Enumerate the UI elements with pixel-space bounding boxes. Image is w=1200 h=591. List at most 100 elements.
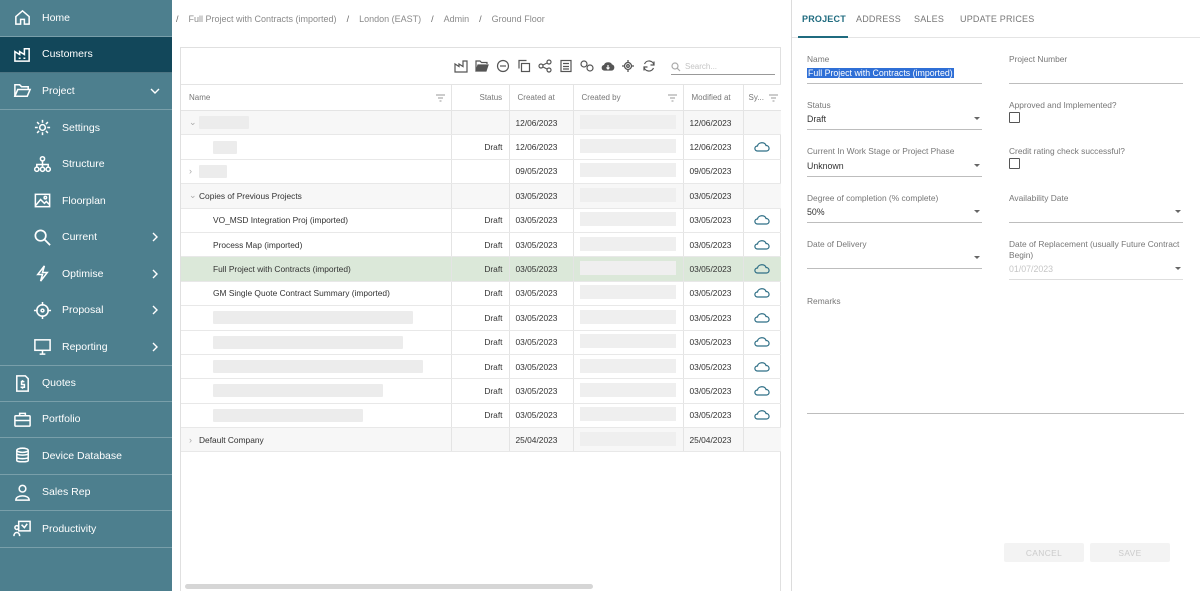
filter-icon[interactable]: [769, 94, 778, 102]
table-row[interactable]: Draft 03/05/2023 03/05/2023: [181, 330, 781, 355]
column-header-modified-at[interactable]: Modified at: [682, 84, 743, 111]
table-row[interactable]: Draft 03/05/2023 03/05/2023: [181, 305, 781, 331]
nav-sales-rep[interactable]: Sales Rep: [0, 475, 172, 511]
nav-floorplan[interactable]: Floorplan: [0, 183, 172, 220]
filter-icon[interactable]: [435, 94, 445, 102]
expand-down-icon[interactable]: ⌄: [189, 190, 199, 201]
table-row[interactable]: GM Single Quote Contract Summary (import…: [181, 281, 781, 307]
breadcrumb-site[interactable]: London (EAST): [359, 14, 421, 24]
expand-right-icon[interactable]: ›: [189, 435, 199, 445]
table-row[interactable]: Full Project with Contracts (imported) Dr…: [181, 256, 781, 282]
grid-search[interactable]: [671, 59, 775, 75]
table-row[interactable]: Draft 03/05/2023 03/05/2023: [181, 378, 781, 404]
nav-portfolio[interactable]: Portfolio: [0, 402, 172, 438]
expand-down-icon[interactable]: ⌄: [189, 117, 199, 128]
remarks-textarea[interactable]: [807, 310, 1184, 414]
status-select[interactable]: Draft: [807, 114, 982, 130]
cloud-icon[interactable]: [753, 239, 771, 252]
table-row[interactable]: VO_MSD Integration Proj (imported) Draft 0…: [181, 208, 781, 233]
cell-name[interactable]: ›: [181, 159, 451, 185]
breadcrumb-project[interactable]: Full Project with Contracts (imported): [189, 14, 337, 24]
cell-name[interactable]: [181, 305, 451, 331]
cell-name[interactable]: ⌄: [181, 110, 451, 136]
chevron-right-icon[interactable]: [150, 342, 160, 352]
cloud-icon[interactable]: [753, 361, 771, 374]
table-row[interactable]: Draft 03/05/2023 03/05/2023: [181, 354, 781, 380]
nav-quotes[interactable]: Quotes: [0, 365, 172, 402]
cancel-button[interactable]: CANCEL: [1004, 543, 1084, 562]
nav-optimise[interactable]: Optimise: [0, 256, 172, 293]
approved-checkbox[interactable]: [1009, 112, 1020, 123]
cloud-icon[interactable]: [753, 264, 771, 276]
tab-sales[interactable]: SALES: [914, 14, 944, 24]
nav-current[interactable]: Current: [0, 219, 172, 256]
table-row[interactable]: ⌄ 12/06/2023 12/06/2023: [181, 110, 781, 136]
nav-settings[interactable]: Settings: [0, 110, 172, 147]
degree-select[interactable]: 50%: [807, 207, 982, 223]
credit-checkbox[interactable]: [1009, 158, 1020, 169]
chevron-right-icon[interactable]: [150, 269, 160, 279]
cell-name[interactable]: Full Project with Contracts (imported): [181, 256, 451, 282]
cell-name[interactable]: › Default Company: [181, 427, 451, 453]
nav-productivity[interactable]: Productivity: [0, 511, 172, 548]
nav-project[interactable]: Project: [0, 73, 172, 110]
filter-icon[interactable]: [667, 94, 677, 102]
delivery-date-field[interactable]: [807, 253, 982, 269]
horizontal-scrollbar[interactable]: [185, 584, 593, 589]
cell-name[interactable]: [181, 330, 451, 355]
cloud-icon[interactable]: [753, 142, 771, 154]
cell-name[interactable]: [181, 134, 451, 160]
table-row[interactable]: Process Map (imported) Draft 03/05/2023 03/…: [181, 232, 781, 258]
cloud-icon[interactable]: [753, 215, 771, 227]
column-header-created-at[interactable]: Created at: [508, 84, 573, 111]
tab-address[interactable]: ADDRESS: [856, 14, 901, 24]
column-header-created-by[interactable]: Created by: [572, 84, 683, 111]
table-row[interactable]: ⌄ Copies of Previous Projects 03/05/2023 03…: [181, 183, 781, 209]
chevron-down-icon[interactable]: [150, 86, 160, 96]
nav-customers[interactable]: Customers: [0, 36, 172, 73]
project-number-field[interactable]: [1009, 68, 1183, 84]
table-row[interactable]: Draft 03/05/2023 03/05/2023: [181, 403, 781, 429]
column-header-status[interactable]: Status: [450, 84, 509, 111]
cell-name[interactable]: Process Map (imported): [181, 232, 451, 258]
tab-project[interactable]: PROJECT: [802, 14, 846, 24]
nav-structure[interactable]: Structure: [0, 146, 172, 183]
nav-proposal[interactable]: Proposal: [0, 292, 172, 329]
cloud-icon[interactable]: [753, 337, 771, 349]
cell-name[interactable]: GM Single Quote Contract Summary (import…: [181, 281, 451, 307]
copy-icon[interactable]: [517, 59, 531, 73]
cell-name[interactable]: [181, 378, 451, 404]
name-field[interactable]: Full Project with Contracts (imported): [807, 68, 982, 84]
breadcrumb-floor[interactable]: Ground Floor: [492, 14, 545, 24]
share-icon[interactable]: [538, 59, 552, 73]
chevron-right-icon[interactable]: [150, 305, 160, 315]
cloud-icon[interactable]: [753, 386, 771, 398]
table-row[interactable]: › Default Company 25/04/2023 25/04/2023: [181, 427, 781, 453]
expand-right-icon[interactable]: ›: [189, 166, 199, 176]
chevron-right-icon[interactable]: [150, 232, 160, 242]
factory-icon[interactable]: [454, 59, 468, 73]
cloud-icon[interactable]: [753, 288, 771, 300]
cell-name[interactable]: [181, 403, 451, 429]
cloud-icon[interactable]: [753, 410, 771, 422]
gear-icon[interactable]: [621, 59, 635, 73]
availability-date-field[interactable]: [1009, 207, 1183, 223]
table-row[interactable]: › 09/05/2023 09/05/2023: [181, 159, 781, 185]
refresh-icon[interactable]: [642, 59, 656, 73]
save-button[interactable]: SAVE: [1090, 543, 1170, 562]
table-row[interactable]: Draft 12/06/2023 12/06/2023: [181, 134, 781, 160]
nav-reporting[interactable]: Reporting: [0, 329, 172, 366]
remove-circle-icon[interactable]: [496, 59, 510, 73]
link-nodes-icon[interactable]: [580, 59, 594, 73]
column-header-sync[interactable]: Sy...: [742, 84, 781, 111]
nav-home[interactable]: Home: [0, 0, 172, 37]
cloud-icon[interactable]: [753, 312, 771, 325]
cell-name[interactable]: [181, 354, 451, 380]
cloud-download-icon[interactable]: [601, 59, 615, 73]
search-input[interactable]: [685, 62, 773, 71]
cell-name[interactable]: ⌄ Copies of Previous Projects: [181, 183, 451, 209]
column-header-name[interactable]: Name: [181, 84, 451, 111]
stage-select[interactable]: Unknown: [807, 161, 982, 177]
breadcrumb-building[interactable]: Admin: [444, 14, 470, 24]
cell-name[interactable]: VO_MSD Integration Proj (imported): [181, 208, 451, 233]
